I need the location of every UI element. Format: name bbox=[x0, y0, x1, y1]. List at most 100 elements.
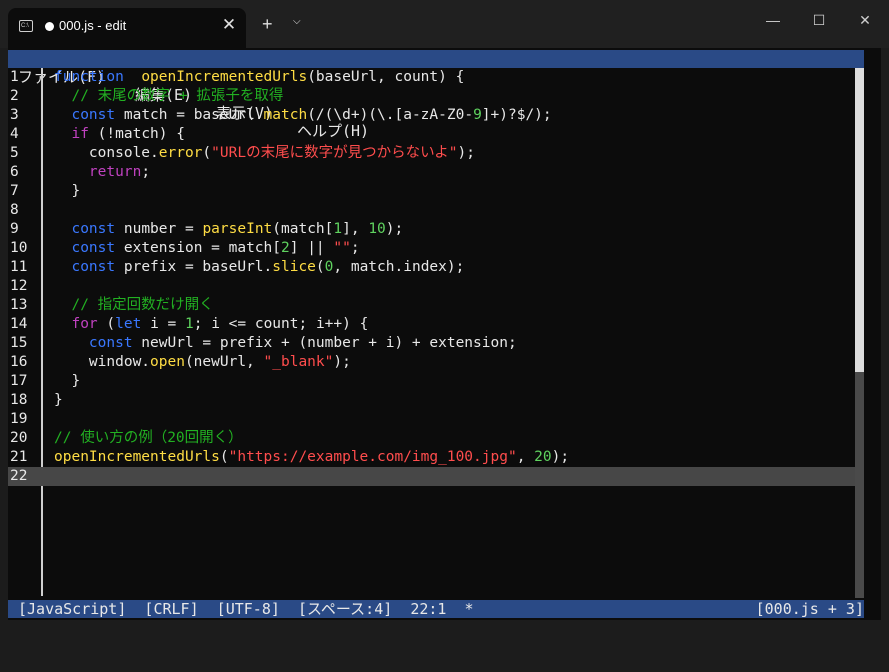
code-token: } bbox=[54, 392, 63, 408]
terminal-tab[interactable]: C:\ 000.js - edit ✕ bbox=[8, 8, 246, 48]
chevron-down-icon[interactable]: ⌵ bbox=[293, 16, 301, 27]
tab-close-icon[interactable]: ✕ bbox=[218, 14, 240, 36]
code-token: ( bbox=[315, 259, 325, 275]
code-token: return bbox=[88, 164, 142, 180]
line-number: 5 bbox=[10, 145, 19, 161]
close-window-button[interactable]: ✕ bbox=[850, 10, 880, 30]
code-token: } bbox=[54, 373, 81, 389]
code-token: , bbox=[516, 449, 535, 465]
code-token: // 指定回数だけ開く bbox=[54, 297, 214, 313]
line-number: 17 bbox=[10, 373, 28, 389]
code-token: open bbox=[150, 354, 185, 370]
code-line[interactable]: 9 const number = parseInt(match[1], 10); bbox=[8, 220, 855, 239]
code-line[interactable]: 3 const match = baseUrl.match(/(\d+)(\.[… bbox=[8, 106, 855, 125]
code-token: ); bbox=[333, 354, 351, 370]
code-text: const match = baseUrl.match(/(\d+)(\.[a-… bbox=[54, 106, 552, 125]
code-text: const newUrl = prefix + (number + i) + e… bbox=[54, 334, 517, 353]
code-token: ); bbox=[551, 449, 570, 465]
code-token: function bbox=[54, 69, 124, 85]
line-number: 4 bbox=[10, 126, 19, 142]
code-line[interactable]: 16 window.open(newUrl, "_blank"); bbox=[8, 353, 855, 372]
code-token: if bbox=[71, 126, 89, 142]
code-line[interactable]: 18} bbox=[8, 391, 855, 410]
code-token: number = bbox=[115, 221, 203, 237]
code-token: 10 bbox=[368, 221, 386, 237]
line-number: 16 bbox=[10, 354, 28, 370]
terminal-app-icon: C:\ bbox=[19, 20, 33, 32]
code-line[interactable]: 5 console.error("URLの末尾に数字が見つからないよ"); bbox=[8, 144, 855, 163]
code-line[interactable]: 20 // 使い方の例（20回開く） bbox=[8, 429, 855, 448]
code-text: console.error("URLの末尾に数字が見つからないよ"); bbox=[54, 144, 475, 163]
code-token: ; bbox=[350, 240, 360, 256]
line-number: 10 bbox=[10, 240, 28, 256]
code-line[interactable]: 15 const newUrl = prefix + (number + i) … bbox=[8, 334, 855, 353]
code-token: ; bbox=[141, 164, 151, 180]
title-bar: C:\ 000.js - edit ✕ + ⌵ — ☐ ✕ bbox=[0, 0, 889, 48]
code-text: const number = parseInt(match[1], 10); bbox=[54, 220, 403, 239]
code-token: ( bbox=[97, 316, 116, 332]
code-token: 2 bbox=[281, 240, 290, 256]
code-line[interactable]: 1 function openIncrementedUrls(baseUrl, c… bbox=[8, 68, 855, 87]
code-token: ); bbox=[385, 221, 404, 237]
code-line[interactable]: 12 bbox=[8, 277, 855, 296]
code-text: const extension = match[2] || ""; bbox=[54, 239, 360, 258]
code-token: // 末尾の数字 + 拡張子を取得 bbox=[54, 88, 284, 104]
line-number: 6 bbox=[10, 164, 19, 180]
code-token: ( bbox=[219, 449, 229, 465]
terminal-area[interactable]: ファイル(F) 編集(E) 表示(V) ヘルプ(H) 1 function ope… bbox=[8, 48, 881, 620]
code-line[interactable]: 10 const extension = match[2] || ""; bbox=[8, 239, 855, 258]
code-token: } bbox=[54, 183, 81, 199]
line-number: 1 bbox=[10, 69, 19, 85]
code-token: ( bbox=[202, 145, 212, 161]
code-token: error bbox=[158, 145, 203, 161]
buffer-indicator: [000.js + 3] bbox=[755, 600, 864, 618]
line-number: 13 bbox=[10, 297, 28, 313]
code-line[interactable]: 11 const prefix = baseUrl.slice(0, match… bbox=[8, 258, 855, 277]
minimize-button[interactable]: — bbox=[758, 10, 788, 30]
code-text: function openIncrementedUrls(baseUrl, co… bbox=[54, 68, 464, 87]
editor-menu-bar: ファイル(F) 編集(E) 表示(V) ヘルプ(H) bbox=[8, 50, 864, 140]
scrollbar-thumb[interactable] bbox=[855, 372, 864, 598]
line-number: 15 bbox=[10, 335, 28, 351]
code-token: ; i <= count; i++) { bbox=[193, 316, 369, 332]
code-token: match = baseUrl. bbox=[115, 107, 264, 123]
code-line[interactable]: 4 if (!match) { bbox=[8, 125, 855, 144]
code-token: const bbox=[71, 221, 116, 237]
code-token: ]+)?$/); bbox=[481, 107, 552, 123]
code-line[interactable]: 2 // 末尾の数字 + 拡張子を取得 bbox=[8, 87, 855, 106]
code-line[interactable]: 8 bbox=[8, 201, 855, 220]
code-token: , match.index); bbox=[333, 259, 465, 275]
code-line[interactable]: 14 for (let i = 1; i <= count; i++) { bbox=[8, 315, 855, 334]
code-line[interactable]: 17 } bbox=[8, 372, 855, 391]
code-token: match bbox=[263, 107, 308, 123]
code-line[interactable]: 21 openIncrementedUrls("https://example.c… bbox=[8, 448, 855, 467]
code-line[interactable]: 6 return; bbox=[8, 163, 855, 182]
line-number: 8 bbox=[10, 202, 19, 218]
code-token: const bbox=[71, 240, 116, 256]
code-text: window.open(newUrl, "_blank"); bbox=[54, 353, 351, 372]
code-text: } bbox=[54, 391, 63, 410]
code-token: ); bbox=[457, 145, 475, 161]
code-text: } bbox=[54, 372, 80, 391]
code-editor[interactable]: 1 function openIncrementedUrls(baseUrl, c… bbox=[8, 68, 855, 598]
new-tab-button[interactable]: + bbox=[262, 14, 273, 34]
code-token: (newUrl, bbox=[184, 354, 264, 370]
line-number: 7 bbox=[10, 183, 19, 199]
status-bar: [JavaScript] [CRLF] [UTF-8] [スペース:4] 22:… bbox=[8, 600, 864, 618]
line-number: 19 bbox=[10, 411, 28, 427]
code-text: return; bbox=[54, 163, 150, 182]
code-token: const bbox=[71, 259, 116, 275]
code-text: if (!match) { bbox=[54, 125, 185, 144]
code-line[interactable]: 7 } bbox=[8, 182, 855, 201]
maximize-button[interactable]: ☐ bbox=[804, 10, 834, 30]
code-line[interactable]: 13 // 指定回数だけ開く bbox=[8, 296, 855, 315]
code-line[interactable]: 22 bbox=[8, 467, 855, 486]
code-line[interactable]: 19 bbox=[8, 410, 855, 429]
line-number: 12 bbox=[10, 278, 28, 294]
